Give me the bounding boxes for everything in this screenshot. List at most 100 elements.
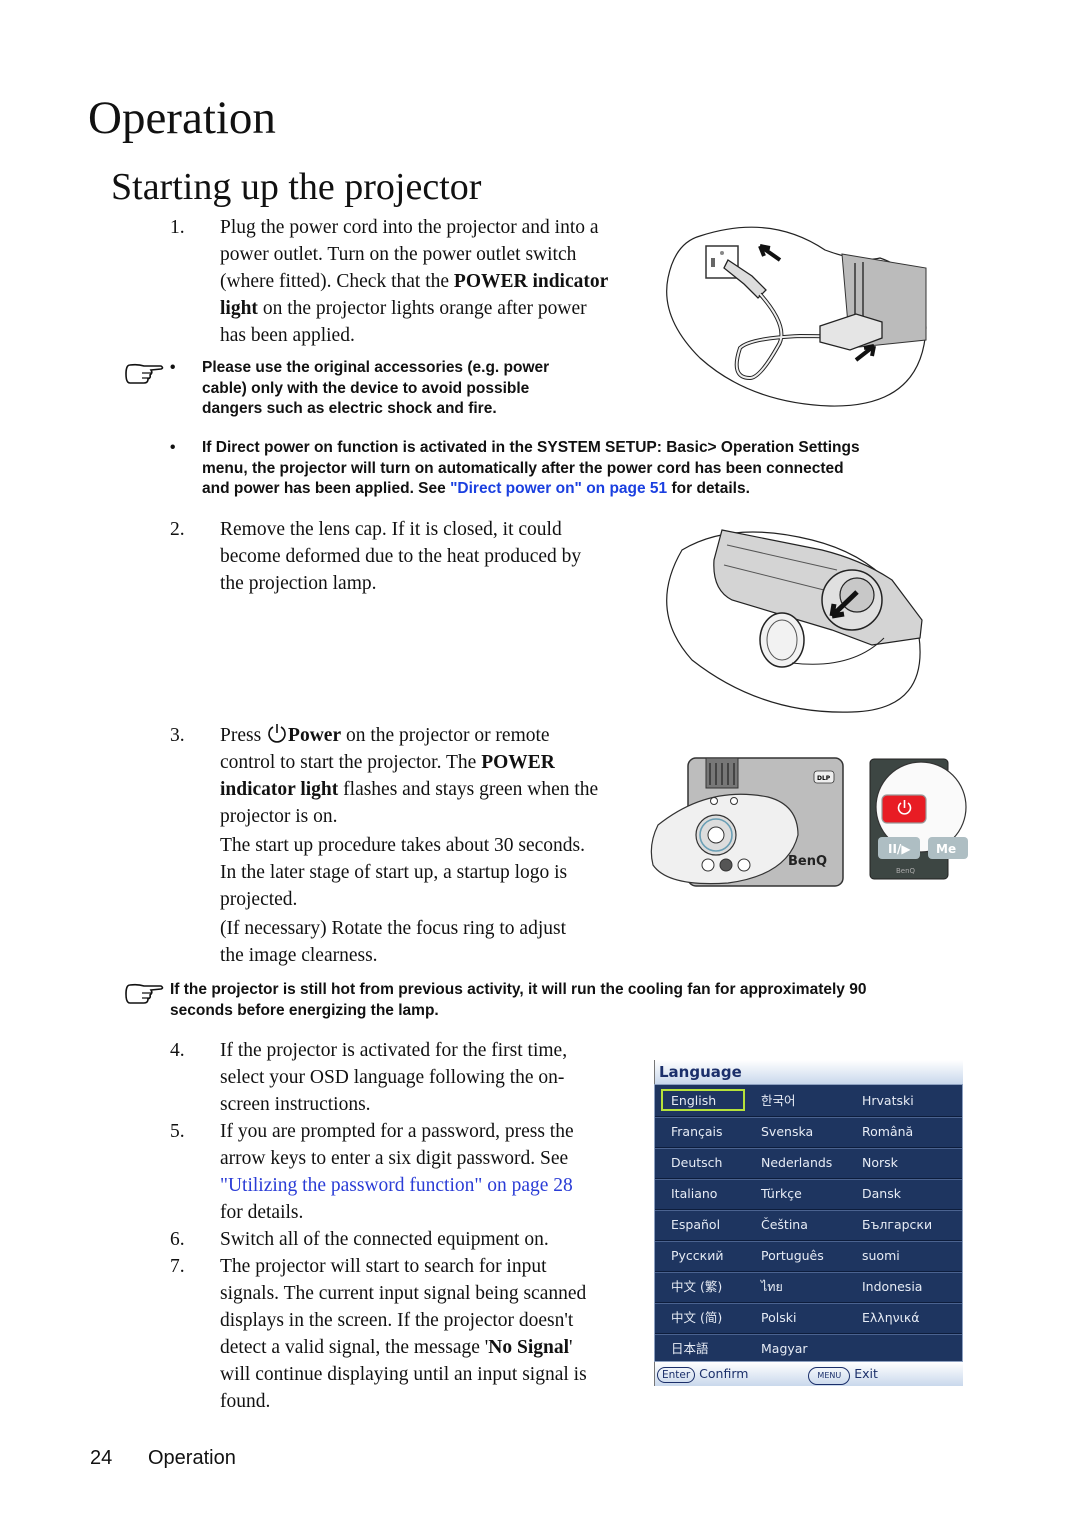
step-text: projector is on. <box>220 806 338 827</box>
menu-label: Me <box>936 842 956 856</box>
step-text: Remove the lens cap. If it is closed, it… <box>220 519 562 540</box>
step-text: If the projector is activated for the fi… <box>220 1040 568 1061</box>
language-option[interactable]: ไทย <box>761 1271 783 1302</box>
dlp-label: DLP <box>817 775 831 782</box>
language-option[interactable]: Български <box>862 1209 932 1240</box>
step-text: Plug the power cord into the projector a… <box>220 217 599 238</box>
language-option[interactable]: 한국어 <box>761 1085 796 1116</box>
step-text: displays in the screen. If the projector… <box>220 1310 574 1331</box>
step-text: select your OSD language following the o… <box>220 1067 565 1088</box>
language-option[interactable]: Français <box>671 1116 723 1147</box>
bullet: • <box>170 359 176 376</box>
step-text: signals. The current input signal being … <box>220 1283 587 1304</box>
language-row: Deutsch Nederlands Norsk <box>655 1147 962 1180</box>
step-text: The start up procedure takes about 30 se… <box>220 835 585 856</box>
play-label: II/▶ <box>888 842 911 856</box>
language-option[interactable]: Indonesia <box>862 1271 922 1302</box>
step-text: (where fitted). Check that the POWER ind… <box>220 268 660 295</box>
step-text: projected. <box>220 889 298 910</box>
language-option[interactable]: Norsk <box>862 1147 898 1178</box>
text: Press <box>220 725 262 746</box>
step-text: arrow keys to enter a six digit password… <box>220 1148 569 1169</box>
section-title: Starting up the projector <box>111 166 482 208</box>
language-option[interactable]: Hrvatski <box>862 1085 914 1116</box>
language-option[interactable]: Español <box>671 1209 720 1240</box>
language-option[interactable]: Magyar <box>761 1333 808 1364</box>
text: for details. <box>667 480 750 497</box>
text: flashes and stays green when the <box>338 779 599 800</box>
step-text: Press Power on the projector or remote <box>220 722 660 749</box>
step-text: for details. <box>220 1202 304 1223</box>
language-option[interactable]: Română <box>862 1116 913 1147</box>
bold-term: POWER indicator <box>453 271 609 292</box>
text: control to start the projector. The <box>220 752 482 773</box>
menu-exit-button[interactable] <box>737 858 751 872</box>
language-row: 中文 (简) Polski Ελληνικά <box>655 1302 962 1335</box>
benq-logo: BenQ <box>788 854 827 869</box>
bold-term: indicator light <box>220 779 339 800</box>
step-text: control to start the projector. The POWE… <box>220 749 660 776</box>
step-text: The projector will start to search for i… <box>220 1256 547 1277</box>
language-row: 中文 (繁) ไทย Indonesia <box>655 1271 962 1304</box>
osd-footer: Enter Confirm MENU Exit <box>654 1362 963 1386</box>
remote-power-button[interactable] <box>881 794 927 824</box>
step-text: has been applied. <box>220 325 355 346</box>
step-5: 5. If you are prompted for a password, p… <box>170 1118 650 1228</box>
exit-label[interactable]: Exit <box>854 1366 878 1381</box>
page-number: 24 <box>90 1447 113 1469</box>
direct-power-on-link[interactable]: "Direct power on" on page 51 <box>450 480 667 497</box>
remote-brand: BenQ <box>896 867 916 875</box>
language-option[interactable]: Русский <box>671 1240 723 1271</box>
language-option[interactable]: Čeština <box>761 1209 808 1240</box>
step-text: detect a valid signal, the message 'No S… <box>220 1334 660 1361</box>
language-option[interactable]: Polski <box>761 1302 796 1333</box>
language-row: Français Svenska Română <box>655 1116 962 1149</box>
password-function-link[interactable]: "Utilizing the password function" on pag… <box>220 1172 660 1199</box>
menu-key-icon: MENU <box>808 1367 851 1385</box>
power-button[interactable] <box>719 858 733 872</box>
bold-term: POWER <box>481 752 555 773</box>
language-option[interactable]: 中文 (简) <box>671 1302 722 1333</box>
text: (where fitted). Check that the <box>220 271 454 292</box>
note-text: If Direct power on function is activated… <box>202 439 860 456</box>
note-text: Please use the original accessories (e.g… <box>202 359 550 376</box>
step-text: found. <box>220 1391 271 1412</box>
language-option[interactable]: Svenska <box>761 1116 813 1147</box>
confirm-label[interactable]: Confirm <box>699 1366 748 1381</box>
note-text: dangers such as electric shock and fire. <box>202 400 497 417</box>
step-text: Switch all of the connected equipment on… <box>220 1229 549 1250</box>
language-option[interactable]: English <box>671 1085 716 1116</box>
mode-enter-button[interactable] <box>707 826 725 844</box>
note-text: cable) only with the device to avoid pos… <box>202 379 530 397</box>
outlet-ground <box>720 251 724 255</box>
language-option[interactable]: Italiano <box>671 1178 717 1209</box>
bold-term: No Signal <box>488 1337 570 1358</box>
step-text: power outlet. Turn on the power outlet s… <box>220 244 577 265</box>
language-option[interactable]: suomi <box>862 1240 900 1271</box>
step-number: 4. <box>170 1040 185 1061</box>
note-text: and power has been applied. See "Direct … <box>202 479 982 500</box>
language-option[interactable]: Português <box>761 1240 824 1271</box>
language-row: English 한국어 Hrvatski <box>655 1085 962 1118</box>
power-icon <box>268 724 286 743</box>
language-option[interactable]: 中文 (繁) <box>671 1271 722 1302</box>
step-number: 5. <box>170 1121 185 1142</box>
bold-term: light <box>220 298 258 319</box>
language-row: Русский Português suomi <box>655 1240 962 1273</box>
language-option[interactable]: Ελληνικά <box>862 1302 919 1333</box>
temp-indicator <box>730 797 738 805</box>
step-text: screen instructions. <box>220 1094 371 1115</box>
projector-control-panel-illustration: DLP BenQ <box>650 757 844 887</box>
step-text: the projection lamp. <box>220 573 377 594</box>
note-direct-power: • If Direct power on function is activat… <box>170 438 980 502</box>
note-text: menu, the projector will turn on automat… <box>202 459 844 477</box>
step-number: 6. <box>170 1229 185 1250</box>
source-button[interactable] <box>701 858 715 872</box>
language-option[interactable]: Nederlands <box>761 1147 832 1178</box>
language-option[interactable]: 日本語 <box>671 1333 709 1364</box>
language-option[interactable]: Deutsch <box>671 1147 722 1178</box>
step-text: In the later stage of start up, a startu… <box>220 862 568 883</box>
language-option[interactable]: Türkçe <box>761 1178 802 1209</box>
language-row: 日本語 Magyar <box>655 1333 962 1366</box>
language-option[interactable]: Dansk <box>862 1178 901 1209</box>
